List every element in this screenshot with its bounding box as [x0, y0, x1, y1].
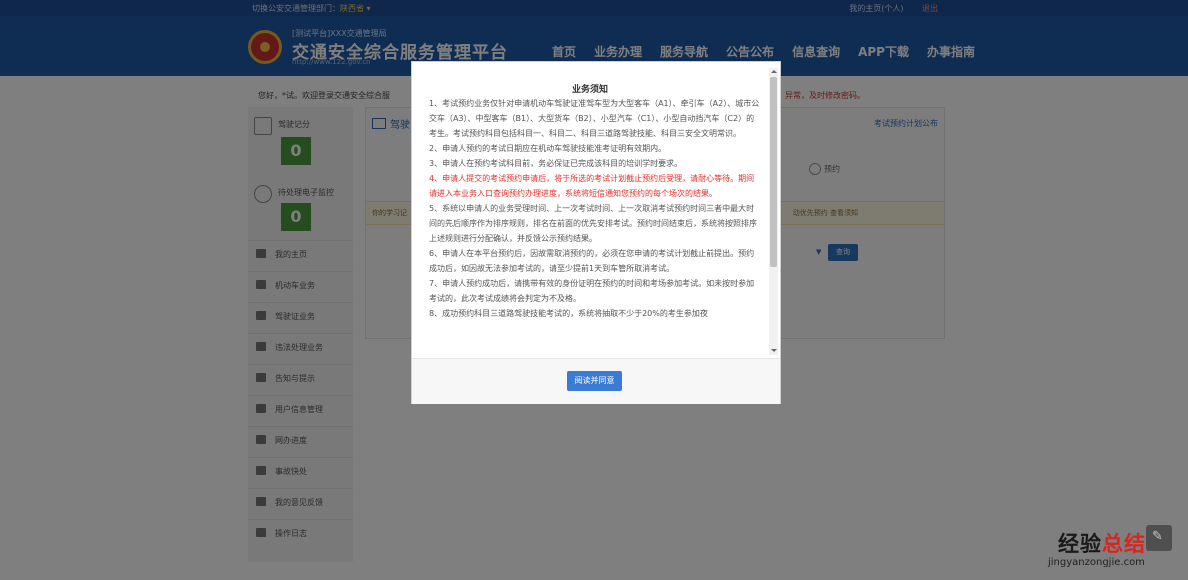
terms-item: 4、申请人提交的考试预约申请后，将于所选的考试计划截止预约后受理，请耐心等待。期…: [429, 174, 755, 198]
terms-item: 7、申请人预约成功后，请携带有效的身份证明在预约的时间和考场参加考试。如未按时参…: [429, 279, 755, 303]
watermark-text-a: 经验: [1058, 532, 1102, 556]
edit-icon: ✎: [1146, 525, 1172, 551]
modal-body[interactable]: 业务须知 1、考试预约业务仅针对申请机动车驾驶证准驾车型为大型客车（A1）、牵引…: [412, 62, 780, 358]
terms-list: 1、考试预约业务仅针对申请机动车驾驶证准驾车型为大型客车（A1）、牵引车（A2）…: [429, 96, 760, 321]
read-and-agree-button[interactable]: 阅读并同意: [567, 371, 622, 391]
scroll-down-icon[interactable]: [771, 349, 777, 352]
scroll-thumb[interactable]: [770, 77, 777, 267]
modal-scrollbar[interactable]: [769, 68, 778, 355]
terms-item: 8、成功预约科目三道路驾驶技能考试的，系统将抽取不少于20%的考生参加夜: [429, 309, 708, 318]
watermark-glyph: ✎: [1152, 529, 1163, 544]
watermark-logo: 经验总结: [1058, 528, 1146, 558]
business-notice-modal: 业务须知 1、考试预约业务仅针对申请机动车驾驶证准驾车型为大型客车（A1）、牵引…: [411, 61, 781, 404]
terms-item: 6、申请人在本平台预约后，因故需取消预约的，必须在您申请的考试计划截止前提出。预…: [429, 249, 755, 273]
terms-item: 2、申请人预约的考试日期应在机动车驾驶技能准考证明有效期内。: [429, 144, 667, 153]
watermark-url: jingyanzongjie.com: [1048, 557, 1145, 568]
watermark-text-b: 总结: [1102, 532, 1146, 556]
scroll-up-icon[interactable]: [771, 70, 777, 73]
modal-footer: 阅读并同意: [412, 358, 780, 404]
terms-item: 1、考试预约业务仅针对申请机动车驾驶证准驾车型为大型客车（A1）、牵引车（A2）…: [429, 99, 760, 138]
terms-item: 5、系统以申请人的业务受理时间、上一次考试时间、上一次取消考试预约时间三者中最大…: [429, 204, 757, 243]
terms-item: 3、申请人在预约考试科目前，务必保证已完成该科目的培训学时要求。: [429, 159, 683, 168]
modal-title: 业务须知: [571, 85, 608, 95]
